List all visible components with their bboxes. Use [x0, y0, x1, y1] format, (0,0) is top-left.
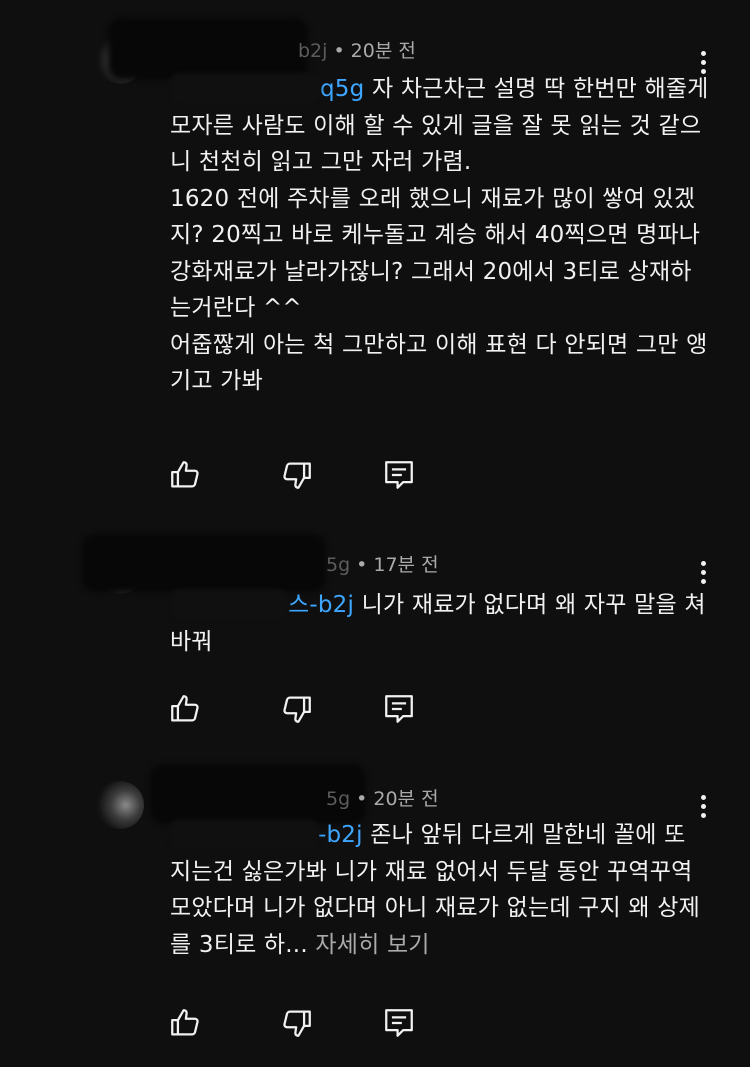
reply-button[interactable] — [382, 692, 416, 726]
reply-button[interactable] — [382, 458, 416, 492]
like-button[interactable] — [168, 458, 202, 492]
vertical-dots-icon — [700, 50, 706, 56]
vertical-dots-icon — [700, 560, 706, 566]
dislike-button[interactable] — [280, 692, 314, 726]
comment-text: -b2j 존나 앞뒤 다르게 말한네 꼴에 또 지는건 싫은가봐 니가 재료 없… — [170, 817, 710, 963]
mention-link[interactable]: 스-b2j — [170, 589, 354, 619]
thumbs-up-icon — [171, 461, 199, 488]
avatar[interactable] — [96, 781, 144, 829]
dislike-button[interactable] — [280, 458, 314, 492]
comment-2: 5g • 17분 전 스-b2j 니가 재료가 없다며 왜 자꾸 말을 쳐 바꿔 — [0, 520, 750, 752]
thumbs-down-icon — [283, 462, 311, 489]
comment-1: b2j • 20분 전 q5g 자 차근차근 설명 딱 한번만 해줄게 모자른 사람… — [0, 0, 750, 520]
comment-meta: b2j • 20분 전 — [298, 40, 416, 62]
comment-text: q5g 자 차근차근 설명 딱 한번만 해줄게 모자른 사람도 이해 할 수 있… — [170, 71, 710, 400]
mention-link[interactable]: -b2j — [170, 819, 363, 849]
timestamp: 17분 전 — [373, 554, 439, 576]
mention-link[interactable]: q5g — [170, 73, 364, 103]
reply-button[interactable] — [382, 1006, 416, 1040]
thumbs-down-icon — [283, 1010, 311, 1037]
dislike-button[interactable] — [280, 1006, 314, 1040]
timestamp: 20분 전 — [373, 788, 439, 810]
reply-icon — [385, 461, 413, 489]
comment-meta: 5g • 20분 전 — [326, 788, 439, 810]
reply-icon — [385, 695, 413, 723]
read-more-link[interactable]: 자세히 보기 — [315, 932, 429, 958]
comment-body: 자 차근차근 설명 딱 한번만 해줄게 모자른 사람도 이해 할 수 있게 글을… — [170, 76, 709, 394]
redacted-username — [82, 534, 326, 592]
handle-tail: 5g — [326, 788, 351, 810]
thumbs-up-icon — [171, 695, 199, 722]
thumbs-down-icon — [283, 696, 311, 723]
handle-tail: b2j — [298, 40, 328, 62]
like-button[interactable] — [168, 1006, 202, 1040]
timestamp: 20분 전 — [350, 40, 416, 62]
reply-icon — [385, 1009, 413, 1037]
handle-tail: 5g — [326, 554, 351, 576]
comment-3: 5g • 20분 전 -b2j 존나 앞뒤 다르게 말한네 꼴에 또 지는건 싫은가… — [0, 752, 750, 1067]
comment-text: 스-b2j 니가 재료가 없다며 왜 자꾸 말을 쳐 바꿔 — [170, 587, 710, 660]
thumbs-up-icon — [171, 1009, 199, 1036]
like-button[interactable] — [168, 692, 202, 726]
more-options-button[interactable] — [688, 554, 718, 590]
comment-meta: 5g • 17분 전 — [326, 554, 439, 576]
vertical-dots-icon — [700, 794, 706, 800]
